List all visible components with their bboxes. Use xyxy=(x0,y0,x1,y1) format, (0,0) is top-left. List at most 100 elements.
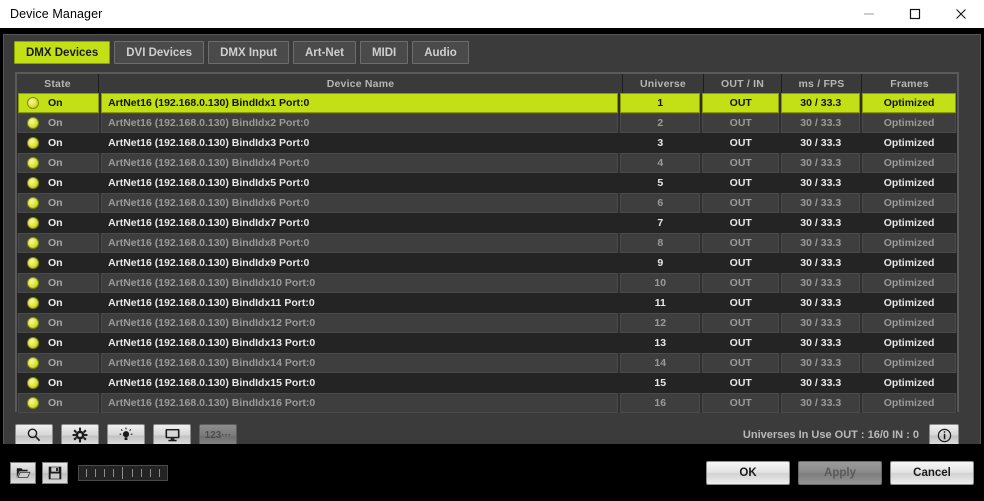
cell-device-name[interactable]: ArtNet16 (192.168.0.130) BindIdx12 Port:… xyxy=(101,313,619,333)
cell-device-name[interactable]: ArtNet16 (192.168.0.130) BindIdx16 Port:… xyxy=(101,393,619,413)
cell-state[interactable]: On xyxy=(18,193,100,213)
cell-frames[interactable]: Optimized xyxy=(862,353,956,373)
cell-universe[interactable]: 15 xyxy=(620,373,700,393)
cell-ms-fps[interactable]: 30 / 33.3 xyxy=(781,93,861,113)
tab-dmx-input[interactable]: DMX Input xyxy=(208,41,289,64)
cell-out-in[interactable]: OUT xyxy=(702,193,780,213)
column-header-out-in[interactable]: OUT / IN xyxy=(704,74,782,93)
cell-out-in[interactable]: OUT xyxy=(702,113,780,133)
cell-state[interactable]: On xyxy=(18,153,100,173)
tab-art-net[interactable]: Art-Net xyxy=(292,41,356,64)
cell-frames[interactable]: Optimized xyxy=(862,133,956,153)
cell-frames[interactable]: Optimized xyxy=(862,153,956,173)
cell-frames[interactable]: Optimized xyxy=(862,113,956,133)
cell-device-name[interactable]: ArtNet16 (192.168.0.130) BindIdx5 Port:0 xyxy=(101,173,618,193)
cell-frames[interactable]: Optimized xyxy=(862,273,956,293)
table-row[interactable]: On ArtNet16 (192.168.0.130) BindIdx2 Port… xyxy=(17,113,957,133)
column-header-ms-fps[interactable]: ms / FPS xyxy=(782,74,862,93)
open-preset-button[interactable] xyxy=(10,461,36,484)
table-row[interactable]: On ArtNet16 (192.168.0.130) BindIdx9 Port… xyxy=(17,253,957,273)
cell-out-in[interactable]: OUT xyxy=(702,153,780,173)
cell-state[interactable]: On xyxy=(18,93,100,113)
cell-ms-fps[interactable]: 30 / 33.3 xyxy=(781,133,860,153)
cell-universe[interactable]: 13 xyxy=(620,333,700,353)
cell-device-name[interactable]: ArtNet16 (192.168.0.130) BindIdx9 Port:0 xyxy=(101,253,618,273)
cell-device-name[interactable]: ArtNet16 (192.168.0.130) BindIdx11 Port:… xyxy=(101,293,618,313)
table-row[interactable]: On ArtNet16 (192.168.0.130) BindIdx16 Por… xyxy=(17,393,957,413)
cell-state[interactable]: On xyxy=(18,113,100,133)
cell-out-in[interactable]: OUT xyxy=(702,293,779,313)
cell-device-name[interactable]: ArtNet16 (192.168.0.130) BindIdx10 Port:… xyxy=(101,273,619,293)
cell-out-in[interactable]: OUT xyxy=(702,313,780,333)
table-row[interactable]: On ArtNet16 (192.168.0.130) BindIdx8 Port… xyxy=(17,233,957,253)
tab-audio[interactable]: Audio xyxy=(412,41,469,64)
cell-frames[interactable]: Optimized xyxy=(862,213,956,233)
cell-universe[interactable]: 14 xyxy=(620,353,701,373)
cell-frames[interactable]: Optimized xyxy=(862,193,956,213)
cell-frames[interactable]: Optimized xyxy=(862,333,956,353)
cell-frames[interactable]: Optimized xyxy=(862,173,956,193)
cell-frames[interactable]: Optimized xyxy=(862,393,956,413)
table-row[interactable]: On ArtNet16 (192.168.0.130) BindIdx5 Port… xyxy=(17,173,957,193)
cell-device-name[interactable]: ArtNet16 (192.168.0.130) BindIdx3 Port:0 xyxy=(101,133,618,153)
cell-device-name[interactable]: ArtNet16 (192.168.0.130) BindIdx6 Port:0 xyxy=(101,193,619,213)
cell-frames[interactable]: Optimized xyxy=(862,373,956,393)
cell-ms-fps[interactable]: 30 / 33.3 xyxy=(781,173,860,193)
cell-ms-fps[interactable]: 30 / 33.3 xyxy=(781,353,861,373)
table-row[interactable]: On ArtNet16 (192.168.0.130) BindIdx1 Port… xyxy=(17,93,957,113)
cell-ms-fps[interactable]: 30 / 33.3 xyxy=(781,193,861,213)
cancel-button[interactable]: Cancel xyxy=(890,460,974,485)
maximize-button[interactable] xyxy=(892,0,938,28)
tab-midi[interactable]: MIDI xyxy=(359,41,409,64)
ok-button[interactable]: OK xyxy=(706,460,790,485)
cell-ms-fps[interactable]: 30 / 33.3 xyxy=(781,113,861,133)
cell-state[interactable]: On xyxy=(18,313,100,333)
cell-universe[interactable]: 4 xyxy=(620,153,701,173)
cell-universe[interactable]: 12 xyxy=(620,313,701,333)
cell-state[interactable]: On xyxy=(18,213,99,233)
cell-universe[interactable]: 9 xyxy=(620,253,700,273)
cell-ms-fps[interactable]: 30 / 33.3 xyxy=(781,253,860,273)
cell-ms-fps[interactable]: 30 / 33.3 xyxy=(781,333,860,353)
cell-universe[interactable]: 5 xyxy=(620,173,700,193)
cell-frames[interactable]: Optimized xyxy=(862,93,956,113)
cell-universe[interactable]: 6 xyxy=(620,193,701,213)
cell-universe[interactable]: 1 xyxy=(620,93,701,113)
cell-universe[interactable]: 10 xyxy=(620,273,701,293)
close-button[interactable] xyxy=(938,0,984,28)
cell-ms-fps[interactable]: 30 / 33.3 xyxy=(781,273,861,293)
minimize-button[interactable] xyxy=(846,0,892,28)
cell-ms-fps[interactable]: 30 / 33.3 xyxy=(781,313,861,333)
cell-ms-fps[interactable]: 30 / 33.3 xyxy=(781,153,861,173)
cell-device-name[interactable]: ArtNet16 (192.168.0.130) BindIdx13 Port:… xyxy=(101,333,618,353)
table-row[interactable]: On ArtNet16 (192.168.0.130) BindIdx12 Por… xyxy=(17,313,957,333)
table-row[interactable]: On ArtNet16 (192.168.0.130) BindIdx3 Port… xyxy=(17,133,957,153)
table-row[interactable]: On ArtNet16 (192.168.0.130) BindIdx11 Por… xyxy=(17,293,957,313)
cell-out-in[interactable]: OUT xyxy=(702,93,780,113)
column-header-device-name[interactable]: Device Name xyxy=(99,74,623,93)
cell-universe[interactable]: 8 xyxy=(620,233,701,253)
cell-device-name[interactable]: ArtNet16 (192.168.0.130) BindIdx15 Port:… xyxy=(101,373,618,393)
column-header-state[interactable]: State xyxy=(17,74,99,93)
cell-out-in[interactable]: OUT xyxy=(702,233,780,253)
cell-device-name[interactable]: ArtNet16 (192.168.0.130) BindIdx8 Port:0 xyxy=(101,233,619,253)
cell-device-name[interactable]: ArtNet16 (192.168.0.130) BindIdx14 Port:… xyxy=(101,353,619,373)
cell-state[interactable]: On xyxy=(18,373,99,393)
cell-ms-fps[interactable]: 30 / 33.3 xyxy=(781,213,860,233)
table-row[interactable]: On ArtNet16 (192.168.0.130) BindIdx7 Port… xyxy=(17,213,957,233)
cell-universe[interactable]: 3 xyxy=(620,133,700,153)
table-row[interactable]: On ArtNet16 (192.168.0.130) BindIdx4 Port… xyxy=(17,153,957,173)
cell-ms-fps[interactable]: 30 / 33.3 xyxy=(781,293,860,313)
cell-universe[interactable]: 2 xyxy=(620,113,701,133)
cell-frames[interactable]: Optimized xyxy=(862,253,956,273)
cell-universe[interactable]: 11 xyxy=(620,293,700,313)
tab-dvi-devices[interactable]: DVI Devices xyxy=(114,41,205,64)
table-row[interactable]: On ArtNet16 (192.168.0.130) BindIdx6 Port… xyxy=(17,193,957,213)
cell-out-in[interactable]: OUT xyxy=(702,333,779,353)
cell-device-name[interactable]: ArtNet16 (192.168.0.130) BindIdx1 Port:0 xyxy=(101,93,619,113)
cell-state[interactable]: On xyxy=(18,393,100,413)
table-row[interactable]: On ArtNet16 (192.168.0.130) BindIdx10 Por… xyxy=(17,273,957,293)
cell-device-name[interactable]: ArtNet16 (192.168.0.130) BindIdx7 Port:0 xyxy=(101,213,618,233)
cell-out-in[interactable]: OUT xyxy=(702,173,779,193)
cell-ms-fps[interactable]: 30 / 33.3 xyxy=(781,373,860,393)
